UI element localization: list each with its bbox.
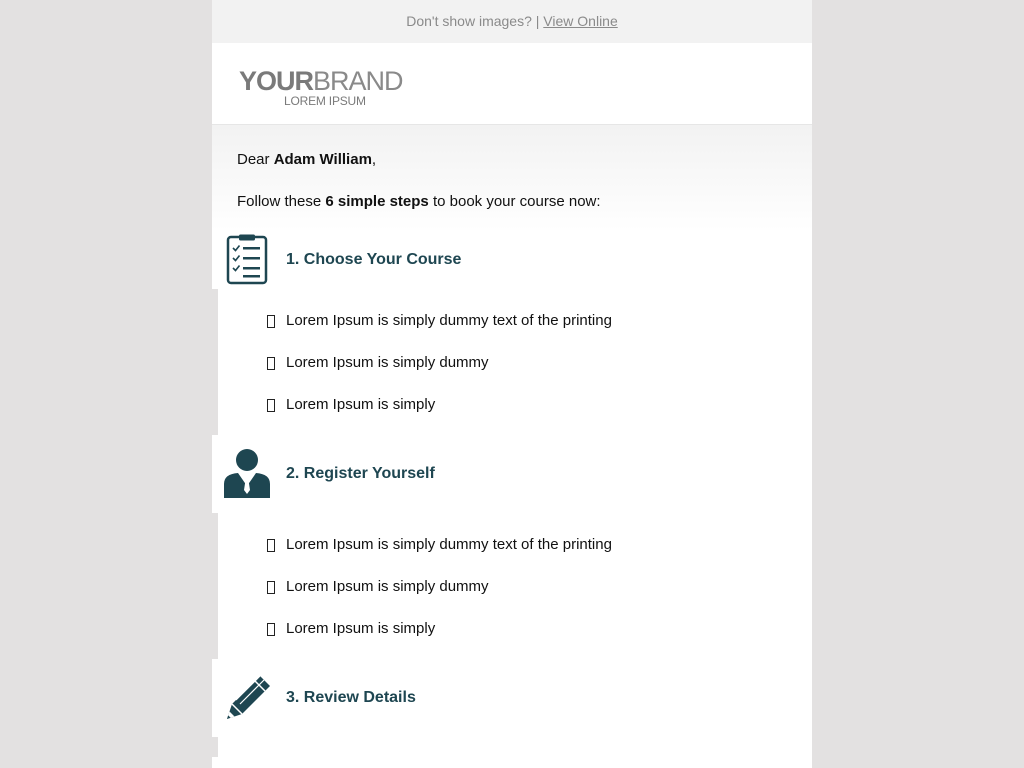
checkbox-glyph-icon xyxy=(267,356,275,370)
top-bar: Don't show images? | View Online xyxy=(212,0,812,43)
list-item-text: Lorem Ipsum is simply dummy xyxy=(286,577,489,595)
step-3-title: 3. Review Details xyxy=(286,689,416,706)
step-1-bullets: Lorem Ipsum is simply dummy text of the … xyxy=(212,289,812,435)
checkbox-glyph-icon xyxy=(267,622,275,636)
checkbox-glyph-icon xyxy=(267,314,275,328)
logo-tagline: LOREM IPSUM xyxy=(284,94,366,108)
list-item-text: Lorem Ipsum is simply dummy xyxy=(286,353,489,371)
logo-regular: BRAND xyxy=(313,66,404,96)
list-item-text: Lorem Ipsum is simply dummy text of the … xyxy=(286,535,612,553)
list-item-text: Lorem Ipsum is simply dummy text of the … xyxy=(286,311,612,329)
intro-section: Dear Adam William, Follow these 6 simple… xyxy=(212,125,812,231)
instructions-bold: 6 simple steps xyxy=(325,193,429,210)
view-online-link[interactable]: View Online xyxy=(543,13,617,29)
person-icon xyxy=(212,435,282,513)
brand-logo[interactable]: YOURBRAND LOREM IPSUM xyxy=(239,66,404,108)
instructions-before: Follow these xyxy=(237,193,322,210)
instructions: Follow these 6 simple steps to book your… xyxy=(237,193,601,210)
list-item: Lorem Ipsum is simply dummy xyxy=(218,341,812,383)
instructions-after: to book your course now: xyxy=(432,193,601,210)
step-2-title: 2. Register Yourself xyxy=(286,465,435,482)
list-item: Lorem Ipsum is simply dummy xyxy=(218,565,812,607)
step-3-header: 3. Review Details xyxy=(212,659,812,737)
images-prompt: Don't show images? | xyxy=(406,13,540,29)
step-2-header: 2. Register Yourself xyxy=(212,435,812,513)
greeting-comma: , xyxy=(371,151,377,168)
step-2-bullets: Lorem Ipsum is simply dummy text of the … xyxy=(212,513,812,659)
checkbox-glyph-icon xyxy=(267,398,275,412)
step-1-header: 1. Choose Your Course xyxy=(212,231,812,289)
greeting-dear: Dear xyxy=(237,151,270,168)
checkbox-glyph-icon xyxy=(267,580,275,594)
list-item: Lorem Ipsum is simply dummy text of the … xyxy=(218,299,812,341)
greeting: Dear Adam William, xyxy=(237,151,376,168)
email-container: Don't show images? | View Online YOURBRA… xyxy=(212,0,812,768)
step-1-title: 1. Choose Your Course xyxy=(286,251,462,268)
list-item-text: Lorem Ipsum is simply xyxy=(286,619,436,637)
clipboard-checklist-icon xyxy=(212,221,282,299)
list-item: Lorem Ipsum is simply dummy text of the … xyxy=(218,523,812,565)
list-item: Lorem Ipsum is simply xyxy=(218,607,812,649)
checkbox-glyph-icon xyxy=(267,538,275,552)
logo-bold: YOUR xyxy=(239,66,314,96)
logo-wordmark: YOURBRAND xyxy=(239,66,404,96)
pencil-icon xyxy=(212,659,282,737)
step-3-bullets xyxy=(212,737,812,757)
list-item: Lorem Ipsum is simply xyxy=(218,383,812,425)
list-item-text: Lorem Ipsum is simply xyxy=(286,395,436,413)
recipient-name: Adam William xyxy=(273,151,372,168)
brand-bar: YOURBRAND LOREM IPSUM xyxy=(212,43,812,125)
